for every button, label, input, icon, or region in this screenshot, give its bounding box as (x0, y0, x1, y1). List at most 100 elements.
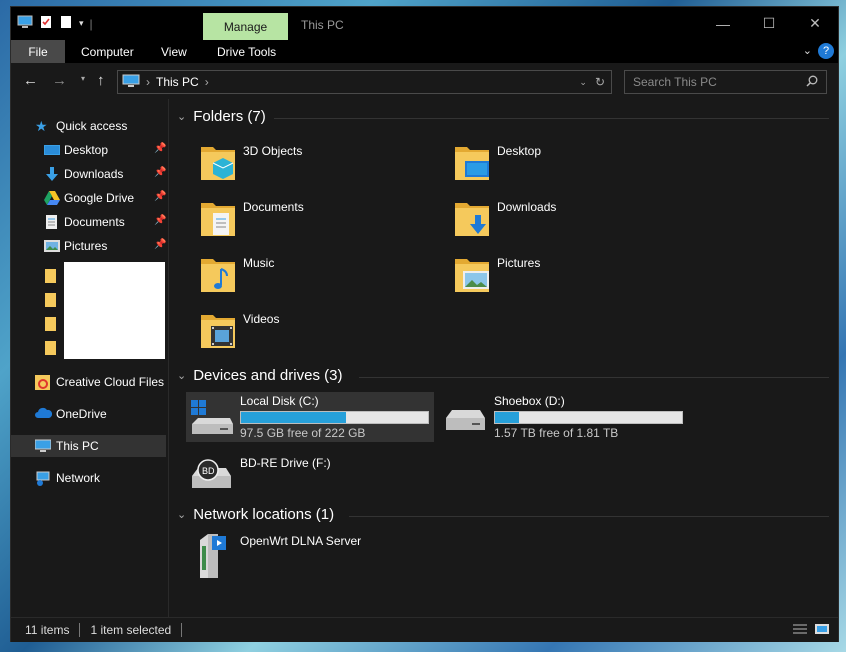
nav-this-pc[interactable]: This PC (11, 435, 166, 457)
star-icon: ★ (35, 118, 48, 134)
status-divider (79, 623, 81, 637)
window-title: This PC (301, 18, 344, 32)
status-divider (181, 623, 183, 637)
status-bar: 11 items 1 item selected (11, 617, 838, 642)
tab-view[interactable]: View (161, 40, 187, 63)
pictures-icon (44, 239, 60, 253)
nav-quick-access[interactable]: ★ Quick access (11, 115, 166, 137)
documents-icon (44, 215, 59, 229)
svg-text:BD: BD (202, 466, 215, 476)
pictures-folder-icon (453, 253, 491, 295)
media-server-icon (196, 532, 232, 583)
folder-videos[interactable]: Videos (189, 304, 443, 354)
quick-access-toolbar: ▾ | (17, 15, 93, 32)
pin-icon[interactable]: 📌 (154, 239, 166, 250)
drive-local-disk-c[interactable]: Local Disk (C:) 97.5 GB free of 222 GB (186, 392, 434, 442)
status-item-count: 11 items (25, 623, 70, 637)
group-divider (349, 516, 829, 517)
breadcrumb-separator-icon[interactable]: › (146, 75, 150, 89)
search-input[interactable] (625, 74, 806, 90)
collapse-chevron-icon[interactable]: ⌄ (177, 110, 186, 123)
network-location-openwrt[interactable]: OpenWrt DLNA Server (186, 526, 440, 578)
title-bar: ▾ | Manage This PC — ☐ ✕ (11, 7, 838, 40)
computer-icon[interactable] (17, 15, 33, 32)
this-pc-icon (34, 439, 52, 453)
tab-drive-tools[interactable]: Drive Tools (217, 40, 276, 63)
pin-icon[interactable]: 📌 (154, 191, 166, 202)
nav-item-downloads[interactable]: Downloads 📌 (11, 163, 166, 185)
music-folder-icon (199, 253, 237, 295)
recent-locations-icon[interactable]: ▾ (81, 74, 85, 83)
back-arrow-icon[interactable]: ← (23, 72, 38, 89)
nav-item-google-drive[interactable]: Google Drive 📌 (11, 187, 166, 209)
folder-desktop[interactable]: Desktop (443, 136, 697, 186)
refresh-icon[interactable]: ↻ (595, 75, 605, 89)
search-icon[interactable] (806, 75, 818, 90)
customize-toolbar-icon[interactable]: ▾ (79, 18, 84, 29)
help-icon[interactable]: ? (818, 43, 834, 59)
drive-usage-fill (495, 412, 520, 423)
collapse-chevron-icon[interactable]: ⌄ (177, 369, 186, 382)
minimize-button[interactable]: — (700, 7, 746, 40)
pin-icon[interactable]: 📌 (154, 215, 166, 226)
folder-icon[interactable] (45, 317, 56, 331)
tab-computer[interactable]: Computer (81, 40, 134, 63)
windows-drive-icon (190, 400, 234, 439)
group-divider (359, 377, 829, 378)
group-header-network[interactable]: ⌄ Network locations (1) (177, 506, 334, 523)
folder-icon[interactable] (45, 341, 56, 355)
drive-bd-re-f[interactable]: BD BD-RE Drive (F:) (186, 448, 434, 498)
nav-item-pictures[interactable]: Pictures 📌 (11, 235, 166, 257)
navigation-pane: ★ Quick access Desktop 📌 Downloads 📌 Goo… (11, 99, 168, 617)
tab-manage[interactable]: Manage (203, 13, 288, 40)
drive-usage-bar (494, 411, 683, 424)
google-drive-icon (44, 191, 60, 205)
forward-arrow-icon[interactable]: → (52, 72, 67, 89)
up-arrow-icon[interactable]: ↑ (97, 72, 105, 89)
pin-icon[interactable]: 📌 (154, 143, 166, 154)
properties-icon[interactable] (39, 15, 53, 32)
desktop-icon (44, 143, 60, 157)
nav-item-desktop[interactable]: Desktop 📌 (11, 139, 166, 161)
nav-network[interactable]: Network (11, 467, 166, 489)
folder-icon[interactable] (45, 293, 56, 307)
cloud-icon (35, 407, 53, 421)
status-selected-count: 1 item selected (90, 623, 172, 637)
videos-folder-icon (199, 309, 237, 351)
folder-pictures[interactable]: Pictures (443, 248, 697, 298)
drive-usage-bar (240, 411, 429, 424)
address-bar[interactable]: › This PC › ⌄ ↻ (117, 70, 612, 94)
expand-ribbon-icon[interactable]: ⌄ (803, 44, 812, 57)
folder-3d-objects[interactable]: 3D Objects (189, 136, 443, 186)
search-box[interactable] (624, 70, 827, 94)
tab-file[interactable]: File (11, 40, 65, 63)
folder-icon[interactable] (45, 269, 56, 283)
folder-downloads[interactable]: Downloads (443, 192, 697, 242)
breadcrumb-this-pc[interactable]: This PC (156, 75, 199, 89)
maximize-button[interactable]: ☐ (746, 7, 792, 40)
content-pane: ⌄ Folders (7) 3D Objects Desktop Documen… (169, 99, 838, 617)
folder-music[interactable]: Music (189, 248, 443, 298)
downloads-folder-icon (453, 197, 491, 239)
breadcrumb-separator-icon[interactable]: › (205, 75, 209, 89)
nav-item-documents[interactable]: Documents 📌 (11, 211, 166, 233)
group-header-devices[interactable]: ⌄ Devices and drives (3) (177, 367, 342, 384)
large-icons-view-icon[interactable] (814, 623, 830, 638)
address-row: ← → ▾ ↑ › This PC › ⌄ ↻ (11, 63, 838, 99)
nav-creative-cloud[interactable]: Creative Cloud Files (11, 371, 166, 393)
group-header-folders[interactable]: ⌄ Folders (7) (177, 108, 266, 125)
pin-icon[interactable]: 📌 (154, 167, 166, 178)
optical-drive-icon: BD (190, 452, 234, 497)
new-folder-icon[interactable] (59, 15, 73, 32)
ribbon-tabs: File Computer View Drive Tools ⌄ ? (11, 40, 838, 63)
address-dropdown-icon[interactable]: ⌄ (579, 77, 587, 88)
creative-cloud-icon (35, 375, 50, 390)
details-view-icon[interactable] (792, 623, 808, 638)
drive-shoebox-d[interactable]: Shoebox (D:) 1.57 TB free of 1.81 TB (440, 392, 688, 442)
close-button[interactable]: ✕ (792, 7, 838, 40)
nav-onedrive[interactable]: OneDrive (11, 403, 166, 425)
hard-drive-icon (444, 406, 488, 439)
folder-documents[interactable]: Documents (189, 192, 443, 242)
3d-objects-folder-icon (199, 141, 237, 183)
collapse-chevron-icon[interactable]: ⌄ (177, 508, 186, 521)
